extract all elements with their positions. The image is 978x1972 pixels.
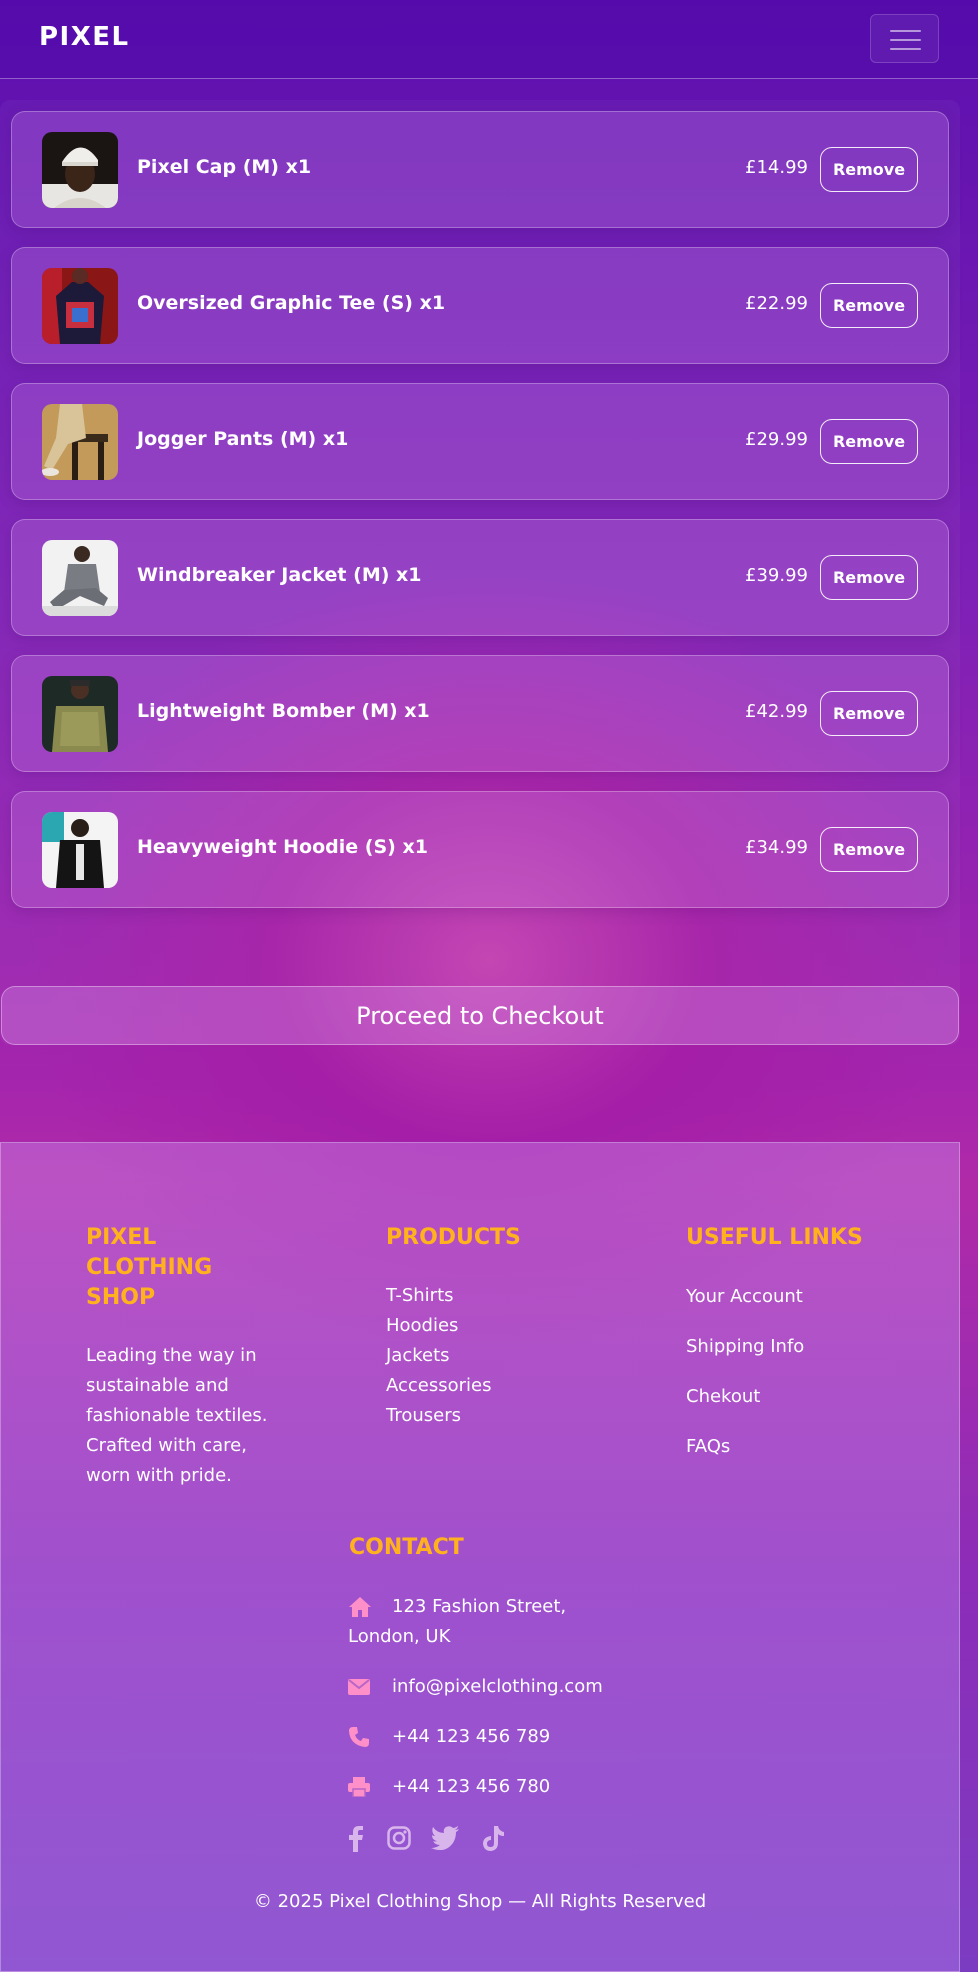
remove-button[interactable]: Remove <box>820 827 918 872</box>
footer-link-faqs[interactable]: FAQs <box>686 1436 730 1457</box>
copyright-text: © 2025 Pixel Clothing Shop — All Rights … <box>253 1891 707 1912</box>
footer-link-jackets[interactable]: Jackets <box>386 1341 492 1371</box>
footer-about-text: Leading the way in sustainable and fashi… <box>86 1345 268 1486</box>
footer-link-tshirts[interactable]: T-Shirts <box>386 1281 492 1311</box>
footer-about-heading: PIXEL CLOTHING SHOP <box>86 1225 213 1310</box>
instagram-icon[interactable] <box>387 1826 411 1850</box>
cart-item-price: £22.99 <box>745 293 808 314</box>
menu-toggle-button[interactable] <box>870 14 939 63</box>
cart-item: Lightweight Bomber (M) x1 £42.99 Remove <box>11 655 949 772</box>
cart-item-title: Pixel Cap (M) x1 <box>137 156 312 178</box>
brand-logo[interactable]: PIXEL <box>39 22 130 52</box>
hamburger-icon <box>890 30 921 32</box>
cart-item: Oversized Graphic Tee (S) x1 £22.99 Remo… <box>11 247 949 364</box>
footer-products-list: T-Shirts Hoodies Jackets Accessories Tro… <box>386 1281 492 1431</box>
footer-link-hoodies[interactable]: Hoodies <box>386 1311 492 1341</box>
envelope-icon <box>348 1672 392 1702</box>
remove-button[interactable]: Remove <box>820 283 918 328</box>
product-thumbnail <box>42 268 118 344</box>
product-thumbnail <box>42 812 118 888</box>
home-icon <box>348 1592 392 1622</box>
cart-item-price: £29.99 <box>745 429 808 450</box>
cart-item: Jogger Pants (M) x1 £29.99 Remove <box>11 383 949 500</box>
cart-item-title: Windbreaker Jacket (M) x1 <box>137 564 422 586</box>
footer: PIXEL CLOTHING SHOP Leading the way in s… <box>0 1142 960 1972</box>
twitter-icon[interactable] <box>431 1826 459 1850</box>
printer-icon <box>348 1772 392 1802</box>
cart-item: Windbreaker Jacket (M) x1 £39.99 Remove <box>11 519 949 636</box>
proceed-to-checkout-button[interactable]: Proceed to Checkout <box>1 986 959 1045</box>
cart-item-price: £39.99 <box>745 565 808 586</box>
cart-item-title: Jogger Pants (M) x1 <box>137 428 349 450</box>
product-thumbnail <box>42 404 118 480</box>
product-thumbnail <box>42 540 118 616</box>
cart-panel: Pixel Cap (M) x1 £14.99 Remove Oversized… <box>0 100 960 1045</box>
footer-link-checkout[interactable]: Chekout <box>686 1386 760 1407</box>
phone-icon <box>348 1722 392 1752</box>
product-thumbnail <box>42 676 118 752</box>
remove-button[interactable]: Remove <box>820 555 918 600</box>
footer-link-accessories[interactable]: Accessories <box>386 1371 492 1401</box>
cart-item-title: Oversized Graphic Tee (S) x1 <box>137 292 446 314</box>
contact-address: 123 Fashion Street, London, UK <box>348 1592 566 1652</box>
contact-email[interactable]: info@pixelclothing.com <box>348 1672 603 1702</box>
contact-fax: +44 123 456 780 <box>348 1772 550 1802</box>
cart-item: Pixel Cap (M) x1 £14.99 Remove <box>11 111 949 228</box>
cart-item-price: £42.99 <box>745 701 808 722</box>
remove-button[interactable]: Remove <box>820 419 918 464</box>
footer-link-shipping-info[interactable]: Shipping Info <box>686 1336 804 1357</box>
footer-useful-links-heading: USEFUL LINKS <box>686 1225 863 1250</box>
navbar: PIXEL <box>0 0 978 79</box>
footer-link-trousers[interactable]: Trousers <box>386 1401 492 1431</box>
footer-products-heading: PRODUCTS <box>386 1225 521 1250</box>
cart-item-title: Lightweight Bomber (M) x1 <box>137 700 430 722</box>
remove-button[interactable]: Remove <box>820 147 918 192</box>
tiktok-icon[interactable] <box>481 1826 505 1852</box>
footer-link-your-account[interactable]: Your Account <box>686 1286 803 1307</box>
cart-item: Heavyweight Hoodie (S) x1 £34.99 Remove <box>11 791 949 908</box>
remove-button[interactable]: Remove <box>820 691 918 736</box>
contact-phone[interactable]: +44 123 456 789 <box>348 1722 550 1752</box>
cart-item-price: £14.99 <box>745 157 808 178</box>
footer-contact-heading: CONTACT <box>349 1535 464 1560</box>
cart-item-price: £34.99 <box>745 837 808 858</box>
cart-item-title: Heavyweight Hoodie (S) x1 <box>137 836 428 858</box>
facebook-icon[interactable] <box>348 1826 364 1852</box>
product-thumbnail <box>42 132 118 208</box>
